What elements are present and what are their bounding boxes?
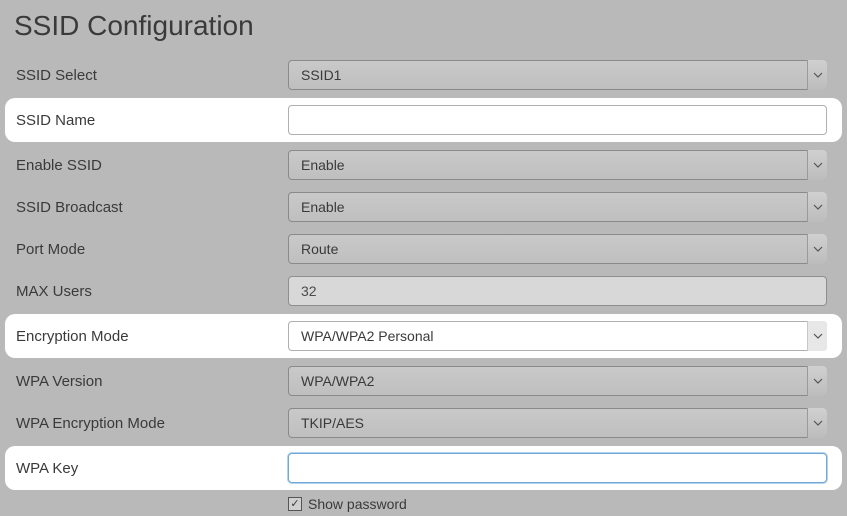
label-wpa-key: WPA Key: [14, 460, 288, 477]
show-password-checkbox[interactable]: ✓: [288, 497, 302, 511]
row-wpa-encrypt-mode: WPA Encryption Mode TKIP/AES: [0, 402, 847, 444]
enable-ssid-value: Enable: [288, 150, 827, 180]
wpa-key-input[interactable]: [288, 453, 827, 483]
ssid-broadcast-dropdown[interactable]: Enable: [288, 192, 827, 222]
label-port-mode: Port Mode: [14, 241, 288, 258]
wpa-version-dropdown[interactable]: WPA/WPA2: [288, 366, 827, 396]
row-ssid-broadcast: SSID Broadcast Enable: [0, 186, 847, 228]
row-max-users: MAX Users: [0, 270, 847, 312]
label-max-users: MAX Users: [14, 283, 288, 300]
ssid-name-input[interactable]: [288, 105, 827, 135]
label-wpa-version: WPA Version: [14, 373, 288, 390]
row-show-password: ✓ Show password: [0, 492, 847, 516]
port-mode-value: Route: [288, 234, 827, 264]
row-ssid-select: SSID Select SSID1: [0, 54, 847, 96]
wpa-version-value: WPA/WPA2: [288, 366, 827, 396]
label-ssid-name: SSID Name: [14, 112, 288, 129]
label-ssid-broadcast: SSID Broadcast: [14, 199, 288, 216]
encryption-mode-value: WPA/WPA2 Personal: [288, 321, 827, 351]
max-users-input[interactable]: [288, 276, 827, 306]
row-port-mode: Port Mode Route: [0, 228, 847, 270]
wpa-encrypt-mode-dropdown[interactable]: TKIP/AES: [288, 408, 827, 438]
ssid-select-dropdown[interactable]: SSID1: [288, 60, 827, 90]
encryption-mode-dropdown[interactable]: WPA/WPA2 Personal: [288, 321, 827, 351]
label-encryption-mode: Encryption Mode: [14, 328, 288, 345]
wpa-encrypt-mode-value: TKIP/AES: [288, 408, 827, 438]
row-encryption-mode: Encryption Mode WPA/WPA2 Personal: [5, 314, 842, 358]
label-wpa-encrypt-mode: WPA Encryption Mode: [14, 415, 288, 432]
page-title: SSID Configuration: [0, 0, 847, 54]
port-mode-dropdown[interactable]: Route: [288, 234, 827, 264]
label-ssid-select: SSID Select: [14, 67, 288, 84]
label-enable-ssid: Enable SSID: [14, 157, 288, 174]
row-enable-ssid: Enable SSID Enable: [0, 144, 847, 186]
row-wpa-key: WPA Key: [5, 446, 842, 490]
show-password-label: Show password: [308, 496, 407, 512]
enable-ssid-dropdown[interactable]: Enable: [288, 150, 827, 180]
row-ssid-name: SSID Name: [5, 98, 842, 142]
ssid-select-value: SSID1: [288, 60, 827, 90]
row-wpa-version: WPA Version WPA/WPA2: [0, 360, 847, 402]
ssid-broadcast-value: Enable: [288, 192, 827, 222]
